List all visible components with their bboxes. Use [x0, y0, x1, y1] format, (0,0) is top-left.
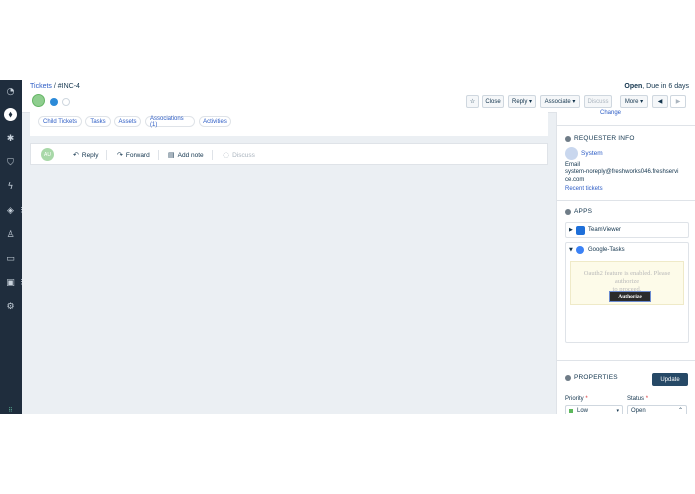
close-button[interactable]: Close [482, 95, 504, 108]
divider [212, 150, 213, 160]
discuss-action[interactable]: ◌ Discuss [223, 151, 255, 159]
oauth-notice: Oauth2 feature is enabled. Please author… [570, 261, 684, 305]
star-icon[interactable]: ☆ [466, 95, 479, 108]
divider [557, 125, 695, 126]
status-select[interactable]: Open ⌃ [627, 405, 687, 414]
bug-icon[interactable]: ✱ [4, 132, 17, 145]
recent-tickets-link[interactable]: Recent tickets [565, 186, 603, 192]
note-icon: ▤ [168, 151, 175, 159]
priority-low-indicator [569, 409, 573, 413]
agent-avatar[interactable] [50, 98, 58, 106]
layers-icon[interactable]: ◈ [4, 204, 17, 217]
discuss-button[interactable]: Discuss [584, 95, 612, 108]
due-text: , Due in 6 days [642, 83, 689, 90]
gear-icon[interactable]: ⚙ [4, 300, 17, 313]
more-dots-icon[interactable]: ⋮ [18, 278, 25, 286]
chevron-down-icon: ▾ [616, 408, 619, 414]
breadcrumb: Tickets / #INC-4 [30, 83, 80, 90]
app-name: Google-Tasks [588, 247, 625, 253]
app-shell: ◔ ⬧ ✱ ⛉ ϟ ◈ ⋮ ♙ ▭ ▣ ⋮ ⚙ ⠿ Tickets / #INC… [0, 80, 695, 414]
forward-action[interactable]: ↷ Forward [117, 151, 150, 159]
email-label: Email [565, 162, 581, 168]
authorize-button[interactable]: Authorize [609, 291, 651, 302]
tab-activities[interactable]: Activities [199, 116, 231, 127]
avatar: AU [41, 148, 54, 161]
divider [557, 360, 695, 361]
app-google-tasks: ▼ Google-Tasks Oauth2 feature is enabled… [565, 242, 689, 343]
teamviewer-logo-icon [576, 226, 585, 235]
discuss-icon: ◌ [223, 151, 230, 159]
collapse-arrow-icon[interactable]: ▼ [569, 247, 573, 253]
change-link[interactable]: Change [600, 110, 621, 116]
priority-label: Priority * [565, 396, 588, 402]
divider [557, 200, 695, 201]
previous-ticket-button[interactable]: ◀ [652, 95, 668, 108]
properties-title: PROPERTIES [565, 374, 618, 381]
tab-associations[interactable]: Associations (1) [145, 116, 195, 128]
reply-action-bar: AU ↶ Reply ↷ Forward ▤ Add note ◌ Discuss [30, 143, 548, 165]
associate-dropdown-button[interactable]: Associate ▾ [540, 95, 580, 108]
breadcrumb-tickets-link[interactable]: Tickets [30, 83, 52, 90]
due-status: Open, Due in 6 days [624, 83, 689, 90]
shield-icon[interactable]: ⛉ [4, 156, 17, 169]
ticket-header: Tickets / #INC-4 Open, Due in 6 days ☆ C… [22, 80, 695, 113]
divider [106, 150, 107, 160]
right-sidebar: Change REQUESTER INFO System Email syste… [556, 110, 695, 414]
monitor-icon[interactable]: ▣ [4, 276, 17, 289]
chevron-up-icon: ⌃ [677, 407, 683, 414]
collapse-icon[interactable] [565, 208, 571, 215]
more-dots-icon[interactable]: ⋮ [18, 206, 25, 214]
tab-tasks[interactable]: Tasks [85, 116, 111, 127]
ticket-id: #INC-4 [57, 83, 80, 90]
tab-assets[interactable]: Assets [114, 116, 141, 127]
reply-action[interactable]: ↶ Reply [73, 151, 99, 159]
status-text: Open [624, 83, 643, 90]
collapse-icon[interactable] [565, 374, 571, 381]
tab-child-tickets[interactable]: Child Tickets [38, 116, 82, 127]
next-ticket-button[interactable]: ▶ [670, 95, 686, 108]
ticket-type-icon [32, 94, 45, 107]
expand-icon[interactable]: ▶ [569, 227, 573, 233]
more-dropdown-button[interactable]: More ▾ [620, 95, 648, 108]
apps-title: APPS [565, 208, 592, 215]
update-button[interactable]: Update [652, 373, 688, 386]
bolt-icon[interactable]: ϟ [4, 180, 17, 193]
email-value-cont: ce.com [565, 177, 585, 183]
reply-icon: ↶ [73, 151, 79, 159]
email-value: system-noreply@freshworks046.freshservi [565, 169, 679, 175]
divider [158, 150, 159, 160]
priority-select[interactable]: Low ▾ [565, 405, 623, 414]
left-nav: ◔ ⬧ ✱ ⛉ ϟ ◈ ⋮ ♙ ▭ ▣ ⋮ ⚙ ⠿ [0, 80, 25, 414]
tickets-icon[interactable]: ⬧ [4, 108, 17, 121]
app-name: TeamViewer [588, 227, 621, 233]
link-icon[interactable] [62, 98, 70, 106]
collapse-icon[interactable] [565, 135, 571, 142]
requester-name-link[interactable]: System [581, 150, 603, 157]
book-icon[interactable]: ▭ [4, 252, 17, 265]
add-note-action[interactable]: ▤ Add note [168, 151, 204, 159]
apps-grid-icon[interactable]: ⠿ [4, 406, 17, 414]
status-label: Status * [627, 396, 649, 402]
forward-icon: ↷ [117, 151, 123, 159]
dashboard-icon[interactable]: ◔ [4, 85, 17, 98]
google-tasks-logo-icon [576, 246, 584, 254]
requester-info-title: REQUESTER INFO [565, 135, 635, 142]
reply-dropdown-button[interactable]: Reply ▾ [508, 95, 536, 108]
user-icon[interactable]: ♙ [4, 228, 17, 241]
app-teamviewer[interactable]: ▶ TeamViewer [565, 222, 689, 238]
requester-avatar [565, 147, 578, 160]
